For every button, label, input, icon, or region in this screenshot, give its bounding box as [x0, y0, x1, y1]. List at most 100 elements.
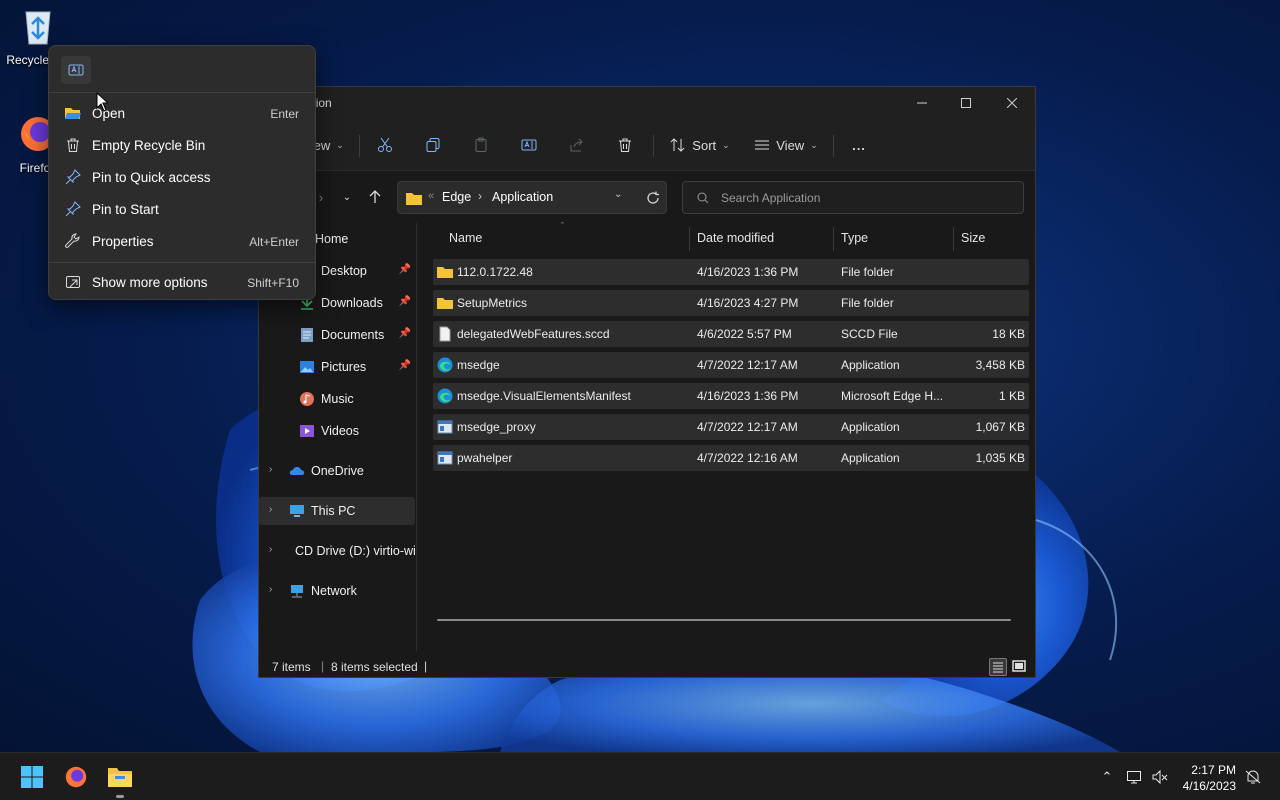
folder-icon: [437, 298, 453, 309]
network-tray-button[interactable]: [1125, 768, 1143, 786]
column-header-size[interactable]: Size: [961, 231, 1027, 253]
table-row[interactable]: 112.0.1722.48 4/16/2023 1:36 PM File fol…: [433, 259, 1029, 285]
minimize-button[interactable]: [899, 87, 945, 119]
app-icon: [437, 451, 453, 465]
nav-item-network[interactable]: › Network: [259, 577, 415, 605]
rename-button[interactable]: [513, 129, 545, 161]
menu-item-open[interactable]: Open Enter: [55, 98, 311, 128]
recycle-bin-icon: [25, 11, 51, 45]
taskbar-firefox[interactable]: [60, 761, 92, 793]
volume-tray-button[interactable]: [1151, 768, 1169, 786]
nav-item-videos[interactable]: Videos: [259, 417, 415, 445]
nav-item-documents[interactable]: Documents 📌: [259, 321, 415, 349]
menu-item-empty-recycle-bin[interactable]: Empty Recycle Bin: [55, 130, 311, 160]
recent-locations-button[interactable]: ⌄: [335, 181, 359, 213]
copy-button[interactable]: [417, 129, 449, 161]
tiles-view-icon: [1012, 660, 1026, 672]
file-size: 18 KB: [992, 327, 1025, 341]
pin-icon: 📌: [398, 360, 411, 371]
taskbar-file-explorer[interactable]: [104, 761, 136, 793]
file-date: 4/16/2023 4:27 PM: [697, 296, 799, 310]
rename-icon: [521, 139, 537, 151]
computer-icon: [290, 505, 304, 517]
file-name: msedge.VisualElementsManifest: [457, 389, 631, 403]
menu-divider: [49, 92, 315, 93]
menu-item-show-more-options[interactable]: Show more options Shift+F10: [55, 267, 311, 297]
pin-icon: 📌: [398, 328, 411, 339]
chevron-right-icon[interactable]: ›: [269, 584, 272, 595]
table-row[interactable]: msedge.VisualElementsManifest 4/16/2023 …: [433, 383, 1029, 409]
file-name: msedge: [457, 358, 500, 372]
app-icon: [437, 420, 453, 434]
pin-icon: [65, 201, 81, 217]
tiles-view-button[interactable]: [1011, 658, 1029, 676]
clock[interactable]: 2:17 PM 4/16/2023: [1183, 762, 1236, 794]
notification-button[interactable]: [1244, 768, 1262, 786]
menu-item-pin-to-start[interactable]: Pin to Start: [55, 194, 311, 224]
start-button[interactable]: [16, 761, 48, 793]
table-row[interactable]: msedge 4/7/2022 12:17 AM Application 3,4…: [433, 352, 1029, 378]
nav-item-onedrive[interactable]: › OneDrive: [259, 457, 415, 485]
chevron-down-icon: ⌄: [722, 139, 730, 150]
sort-button[interactable]: Sort ⌄: [663, 129, 737, 161]
nav-item-label: Videos: [321, 424, 359, 438]
details-view-button[interactable]: [989, 658, 1007, 676]
search-box[interactable]: [682, 181, 1024, 214]
file-explorer-window: Application New ⌄: [258, 86, 1036, 678]
music-icon: [300, 392, 314, 406]
column-header-type[interactable]: Type: [841, 231, 951, 253]
chevron-right-icon[interactable]: ›: [269, 544, 272, 555]
pin-icon: 📌: [398, 296, 411, 307]
column-header-name[interactable]: Name: [449, 231, 687, 253]
nav-item-label: Downloads: [321, 296, 383, 310]
toolbar-divider: [653, 135, 654, 157]
breadcrumb-edge[interactable]: Edge: [442, 190, 471, 204]
arrow-up-icon: [369, 190, 381, 203]
file-name: SetupMetrics: [457, 296, 528, 310]
table-row[interactable]: msedge_proxy 4/7/2022 12:17 AM Applicati…: [433, 414, 1029, 440]
up-button[interactable]: [363, 181, 387, 213]
breadcrumb-overflow[interactable]: «: [428, 190, 434, 202]
rename-button[interactable]: [61, 56, 91, 84]
search-icon: [697, 192, 709, 204]
close-button[interactable]: [989, 87, 1035, 119]
column-divider[interactable]: [833, 227, 834, 251]
clock-time: 2:17 PM: [1191, 763, 1236, 777]
title-bar[interactable]: Application: [259, 87, 1035, 119]
nav-item-pictures[interactable]: Pictures 📌: [259, 353, 415, 381]
search-input[interactable]: [721, 189, 1011, 207]
chevron-down-icon: ⌄: [336, 139, 344, 150]
breadcrumb-application[interactable]: Application: [492, 190, 553, 204]
paste-button[interactable]: [465, 129, 497, 161]
share-button[interactable]: [561, 129, 593, 161]
horizontal-scrollbar[interactable]: [437, 619, 1011, 621]
nav-item-this-pc[interactable]: › This PC: [259, 497, 415, 525]
column-header-date[interactable]: Date modified: [697, 231, 833, 253]
nav-item-label: Pictures: [321, 360, 367, 374]
view-button[interactable]: View ⌄: [749, 129, 823, 161]
cut-button[interactable]: [369, 129, 401, 161]
column-divider[interactable]: [689, 227, 690, 251]
chevron-right-icon[interactable]: ›: [269, 464, 272, 475]
refresh-icon[interactable]: [646, 191, 660, 205]
column-divider[interactable]: [953, 227, 954, 251]
nav-item-music[interactable]: Music: [259, 385, 415, 413]
address-bar[interactable]: « Edge › Application ⌄: [397, 181, 667, 214]
maximize-button[interactable]: [943, 87, 989, 119]
delete-button[interactable]: [609, 129, 641, 161]
chevron-right-icon[interactable]: ›: [269, 504, 272, 515]
table-row[interactable]: pwahelper 4/7/2022 12:16 AM Application …: [433, 445, 1029, 471]
menu-item-properties[interactable]: Properties Alt+Enter: [55, 226, 311, 256]
share-icon: [570, 138, 583, 152]
nav-item-cd-drive[interactable]: › CD Drive (D:) virtio-win: [259, 537, 415, 565]
column-header-label: Date modified: [697, 231, 775, 245]
file-type: File folder: [841, 296, 894, 310]
address-dropdown[interactable]: ⌄: [614, 189, 622, 200]
table-row[interactable]: SetupMetrics 4/16/2023 4:27 PM File fold…: [433, 290, 1029, 316]
table-row[interactable]: delegatedWebFeatures.sccd 4/6/2022 5:57 …: [433, 321, 1029, 347]
show-hidden-icons-button[interactable]: ⌃: [1098, 768, 1116, 786]
taskbar: ⌃ 2:17 PM 4/16/2023: [0, 752, 1280, 800]
address-row: › ⌄ « Edge › Application ⌄: [259, 171, 1035, 223]
menu-item-pin-quick-access[interactable]: Pin to Quick access: [55, 162, 311, 192]
more-options-button[interactable]: ...: [843, 129, 875, 161]
